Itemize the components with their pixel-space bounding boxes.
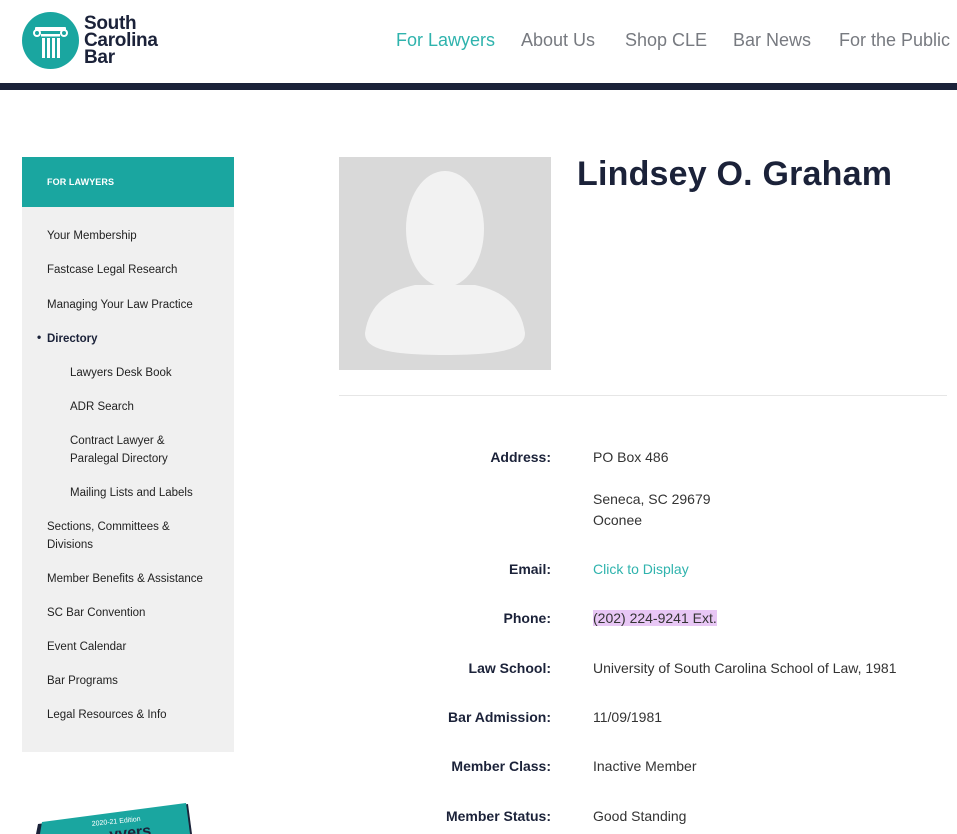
- phone-number-highlight: (202) 224-9241 Ext.: [593, 610, 717, 626]
- header-divider: [0, 83, 957, 90]
- address-line2: Seneca, SC 29679: [593, 491, 711, 507]
- sidebar: FOR LAWYERS Your Membership Fastcase Leg…: [22, 157, 234, 752]
- email-display-link[interactable]: Click to Display: [593, 559, 689, 580]
- address-line3: Oconee: [593, 512, 643, 528]
- member-status-label: Member Status:: [445, 808, 551, 824]
- current-item-bullet: •: [37, 330, 42, 344]
- nav-bar-news[interactable]: Bar News: [733, 30, 811, 51]
- phone-label: Phone:: [503, 610, 551, 626]
- sidebar-item-fastcase[interactable]: Fastcase Legal Research: [47, 261, 227, 279]
- profile-name: Lindsey O. Graham: [577, 155, 893, 193]
- main-nav: For Lawyers About Us Shop CLE Bar News F…: [387, 30, 950, 54]
- sidebar-item-convention[interactable]: SC Bar Convention: [47, 604, 227, 622]
- sidebar-item-contract-lawyer[interactable]: Contract Lawyer & Paralegal Directory: [70, 432, 180, 468]
- site-name-line3: Bar: [84, 47, 115, 68]
- address-label: Address:: [490, 449, 551, 465]
- sidebar-item-directory[interactable]: Directory: [47, 330, 227, 348]
- sidebar-item-event-calendar[interactable]: Event Calendar: [47, 638, 227, 656]
- bar-admission-value: 11/09/1981: [593, 709, 663, 725]
- profile-divider: [339, 395, 947, 396]
- nav-about-us[interactable]: About Us: [521, 30, 595, 51]
- site-name: South Carolina Bar: [84, 14, 158, 68]
- sidebar-item-legal-resources[interactable]: Legal Resources & Info: [47, 706, 227, 724]
- sidebar-item-lawyers-desk-book[interactable]: Lawyers Desk Book: [70, 364, 220, 382]
- phone-value: (202) 224-9241 Ext.: [593, 608, 717, 629]
- member-class-value: Inactive Member: [593, 758, 697, 774]
- sidebar-item-sections[interactable]: Sections, Committees & Divisions: [47, 518, 197, 554]
- sidebar-item-law-practice[interactable]: Managing Your Law Practice: [47, 296, 227, 314]
- column-icon: [22, 12, 79, 69]
- sidebar-item-your-membership[interactable]: Your Membership: [47, 227, 227, 245]
- sidebar-item-adr-search[interactable]: ADR Search: [70, 398, 220, 416]
- site-header: South Carolina Bar For Lawyers About Us …: [0, 0, 957, 83]
- site-logo[interactable]: South Carolina Bar: [22, 12, 158, 69]
- address-line1: PO Box 486: [593, 449, 669, 465]
- sidebar-item-bar-programs[interactable]: Bar Programs: [47, 672, 227, 690]
- member-status-value: Good Standing: [593, 808, 687, 824]
- email-label: Email:: [508, 561, 551, 577]
- law-school-value: University of South Carolina School of L…: [593, 660, 897, 676]
- law-school-label: Law School:: [468, 660, 551, 676]
- avatar-placeholder-icon: [339, 157, 551, 370]
- bar-admission-label: Bar Admission:: [448, 709, 551, 725]
- sidebar-heading[interactable]: FOR LAWYERS: [22, 157, 234, 207]
- nav-for-the-public[interactable]: For the Public: [839, 30, 950, 51]
- nav-shop-cle[interactable]: Shop CLE: [625, 30, 707, 51]
- sidebar-item-mailing-lists[interactable]: Mailing Lists and Labels: [70, 484, 220, 502]
- member-class-label: Member Class:: [451, 758, 551, 774]
- desk-book-promo[interactable]: 2020-21 Edition vvers: [22, 800, 194, 834]
- nav-for-lawyers[interactable]: For Lawyers: [396, 30, 495, 51]
- sidebar-item-member-benefits[interactable]: Member Benefits & Assistance: [47, 570, 227, 588]
